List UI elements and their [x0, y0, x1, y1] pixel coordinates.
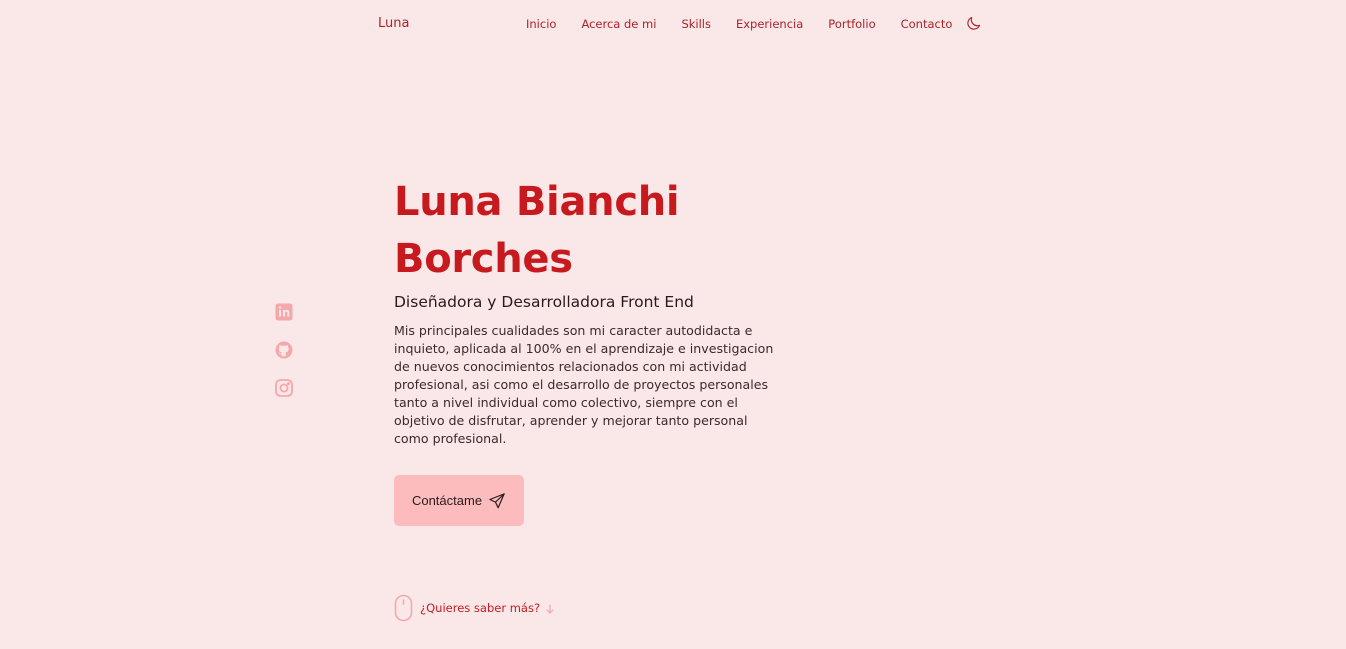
hero-title-line1: Luna Bianchi [394, 179, 680, 225]
scroll-hint-label: ¿Quieres saber más? [420, 601, 541, 615]
hero-subtitle: Diseñadora y Desarrolladora Front End [394, 293, 694, 311]
nav-link-contacto[interactable]: Contacto [901, 16, 953, 32]
main-nav: Inicio Acerca de mi Skills Experiencia P… [526, 16, 982, 32]
contact-button-label: Contáctame [411, 493, 483, 508]
linkedin-icon [275, 303, 293, 321]
contact-button[interactable]: Contáctame [394, 475, 524, 526]
arrow-down-icon [546, 603, 554, 614]
nav-link-portfolio[interactable]: Portfolio [828, 16, 875, 32]
nav-link-acerca[interactable]: Acerca de mi [581, 16, 656, 32]
logo-link[interactable]: Luna [378, 16, 409, 32]
theme-toggle-button[interactable] [964, 15, 982, 33]
scroll-down-link[interactable]: ¿Quieres saber más? [394, 594, 556, 622]
linkedin-link[interactable] [274, 302, 294, 322]
mouse-icon [394, 594, 413, 622]
nav-link-experiencia[interactable]: Experiencia [736, 16, 803, 32]
hero-title: Luna Bianchi Borches [394, 174, 794, 288]
moon-icon [967, 16, 980, 30]
send-icon [489, 492, 505, 508]
hero-section: Luna Bianchi Borches Diseñadora y Desarr… [394, 174, 794, 526]
nav-link-inicio[interactable]: Inicio [526, 16, 556, 32]
github-icon [275, 341, 293, 359]
hero-title-line2: Borches [394, 236, 573, 282]
github-link[interactable] [274, 340, 294, 360]
instagram-link[interactable] [274, 378, 294, 398]
hero-description: Mis principales cualidades son mi caract… [394, 323, 774, 446]
instagram-icon [275, 379, 293, 397]
social-links [274, 302, 294, 416]
header: Luna Inicio Acerca de mi Skills Experien… [0, 0, 1346, 48]
nav-link-skills[interactable]: Skills [681, 16, 711, 32]
